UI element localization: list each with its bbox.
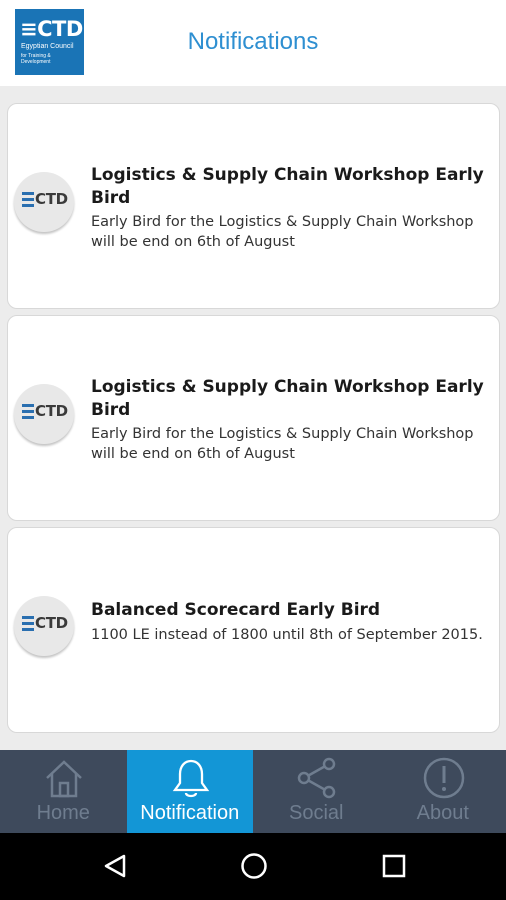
- tab-home[interactable]: Home: [0, 750, 127, 833]
- app-header: ≡CTD Egyptian Council for Training & Dev…: [0, 0, 506, 86]
- notification-title: Logistics & Supply Chain Workshop Early …: [91, 165, 484, 208]
- ctd-lines-icon: [22, 192, 34, 210]
- info-icon: [423, 757, 464, 799]
- ctd-lines-icon: [22, 616, 34, 634]
- ctd-lines-icon: [22, 404, 34, 422]
- tab-label: Notification: [140, 802, 240, 824]
- tab-label: Home: [36, 802, 90, 824]
- notification-body: 1100 LE instead of 1800 until 8th of Sep…: [91, 627, 483, 643]
- notification-card[interactable]: CTD Logistics & Supply Chain Workshop Ea…: [7, 315, 500, 521]
- tab-notification[interactable]: Notification: [126, 750, 253, 833]
- page-title: Notifications: [187, 28, 319, 55]
- home-circle-icon[interactable]: [240, 852, 268, 880]
- ctd-avatar: CTD: [14, 384, 74, 444]
- recents-icon[interactable]: [382, 854, 406, 878]
- bell-icon: [172, 759, 209, 798]
- notification-list[interactable]: CTD Logistics & Supply Chain Workshop Ea…: [0, 86, 506, 750]
- notification-title: Balanced Scorecard Early Bird: [91, 600, 381, 620]
- ctd-avatar: CTD: [14, 596, 74, 656]
- home-icon: [46, 760, 82, 798]
- ctd-avatar: CTD: [14, 172, 74, 232]
- avatar-text: CTD: [35, 190, 68, 208]
- notification-card[interactable]: CTD Logistics & Supply Chain Workshop Ea…: [7, 103, 500, 309]
- notification-body: Early Bird for the Logistics & Supply Ch…: [91, 214, 474, 250]
- system-navigation-bar: [0, 833, 506, 900]
- back-icon[interactable]: [102, 853, 128, 879]
- avatar-text: CTD: [35, 614, 68, 632]
- notification-body: Early Bird for the Logistics & Supply Ch…: [91, 426, 474, 462]
- tab-label: Social: [289, 802, 344, 824]
- tab-about[interactable]: About: [380, 750, 506, 833]
- avatar-text: CTD: [35, 402, 68, 420]
- tab-social[interactable]: Social: [253, 750, 380, 833]
- bottom-tab-bar: Home Notification Social About: [0, 750, 506, 833]
- notification-title: Logistics & Supply Chain Workshop Early …: [91, 377, 484, 420]
- tab-label: About: [416, 802, 469, 824]
- notification-card[interactable]: CTD Balanced Scorecard Early Bird 1100 L…: [7, 527, 500, 733]
- share-icon: [297, 757, 336, 799]
